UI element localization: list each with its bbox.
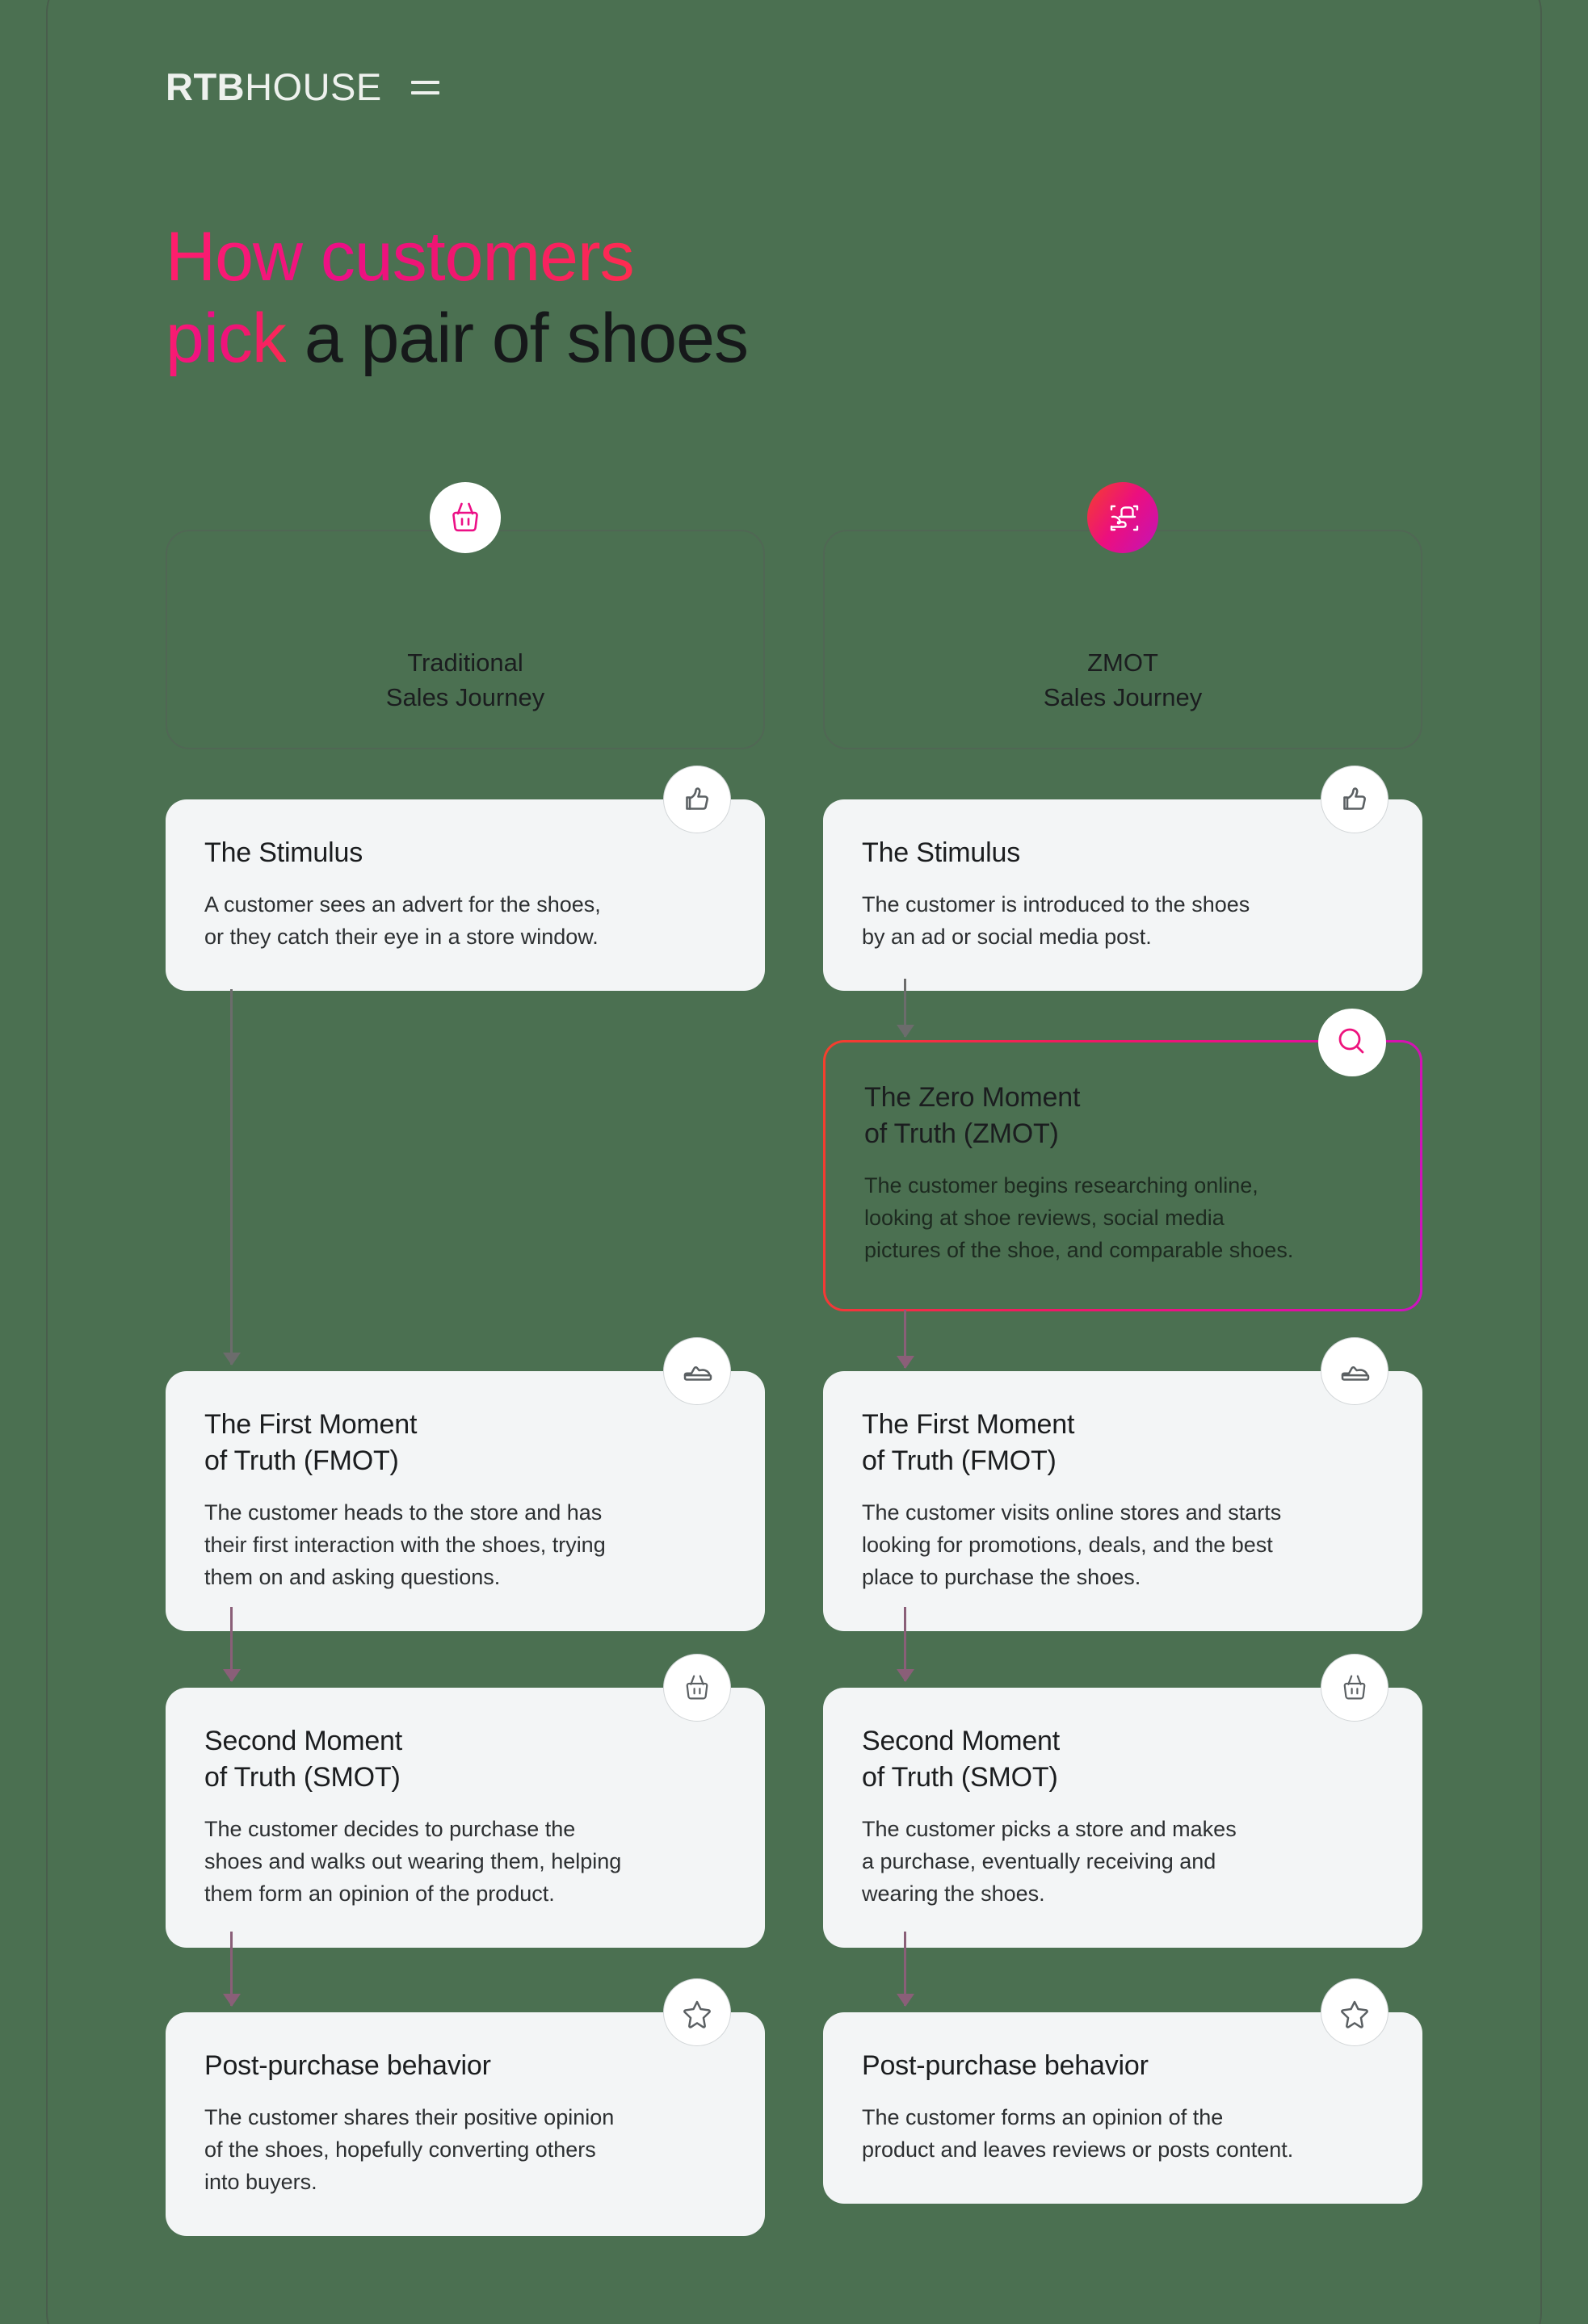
column-header-traditional: Traditional Sales Journey (166, 482, 765, 749)
stage-title: The Stimulus (204, 837, 363, 868)
stage-body: The customer decides to purchase the sho… (204, 1817, 622, 1907)
column-label-traditional: Traditional Sales Journey (385, 648, 545, 711)
stage-card: Second Moment of Truth (SMOT) The custom… (166, 1654, 765, 1949)
stage-card: The Stimulus The customer is introduced … (823, 766, 1422, 992)
stage-card: Second Moment of Truth (SMOT) The custom… (823, 1654, 1422, 1949)
logo-wordmark: RTBHOUSE (166, 68, 382, 106)
title-line1: How customers (166, 218, 635, 296)
magnifier-icon (1318, 1009, 1386, 1076)
stage-body: A customer sees an advert for the shoes,… (204, 892, 601, 950)
star-icon (663, 1978, 731, 2046)
title-pick: pick (166, 300, 287, 378)
stage-body: The customer shares their positive opini… (204, 2105, 615, 2195)
brand-logo[interactable]: RTBHOUSE (166, 68, 439, 106)
stage-card: Post-purchase behavior The customer shar… (166, 1978, 765, 2237)
product-scan-icon (1087, 482, 1158, 553)
logo-house: HOUSE (245, 65, 382, 108)
title-line2-rest: a pair of shoes (285, 300, 749, 378)
shopping-basket-icon (1321, 1654, 1388, 1722)
connector-arrow (904, 1932, 906, 2006)
stage-card: The Stimulus A customer sees an advert f… (166, 766, 765, 992)
star-icon (1321, 1978, 1388, 2046)
sneaker-icon (663, 1337, 731, 1405)
column-header-zmot: ZMOT Sales Journey (823, 482, 1422, 749)
stage-body: The customer heads to the store and has … (204, 1500, 606, 1590)
connector-arrow (230, 989, 233, 1365)
infographic-page: RTBHOUSE How customers pick a pair of sh… (0, 0, 1588, 2324)
connector-arrow (230, 1932, 233, 2006)
stage-title: Post-purchase behavior (862, 2050, 1149, 2081)
sneaker-icon (1321, 1337, 1388, 1405)
stage-body: The customer forms an opinion of the pro… (862, 2105, 1294, 2162)
hamburger-bar (410, 81, 439, 84)
stage-body: The customer begins researching online, … (864, 1173, 1294, 1263)
logo-rtb: RTB (166, 65, 246, 108)
shopping-basket-icon (430, 482, 501, 553)
connector-arrow (904, 1310, 906, 1368)
connector-arrow (230, 1607, 233, 1681)
stage-body: The customer visits online stores and st… (862, 1500, 1282, 1590)
stage-card: The First Moment of Truth (FMOT) The cus… (166, 1337, 765, 1632)
hamburger-bar (410, 91, 439, 94)
connector-arrow (904, 1607, 906, 1681)
stage-card-highlighted: The Zero Moment of Truth (ZMOT) The cust… (823, 1009, 1422, 1311)
stage-title: Post-purchase behavior (204, 2050, 491, 2081)
hamburger-menu-icon[interactable] (410, 81, 439, 94)
stage-title: Second Moment of Truth (SMOT) (862, 1726, 1060, 1793)
column-label-zmot: ZMOT Sales Journey (1043, 648, 1203, 711)
stage-body: The customer picks a store and makes a p… (862, 1817, 1237, 1907)
stage-title: The First Moment of Truth (FMOT) (862, 1409, 1075, 1477)
stage-title: The Zero Moment of Truth (ZMOT) (864, 1082, 1081, 1150)
stage-card: The First Moment of Truth (FMOT) The cus… (823, 1337, 1422, 1632)
stage-title: The First Moment of Truth (FMOT) (204, 1409, 418, 1477)
stage-title: Second Moment of Truth (SMOT) (204, 1726, 402, 1793)
page-title: How customers pick a pair of shoes (166, 216, 749, 380)
connector-arrow (904, 979, 906, 1037)
thumbs-up-icon (663, 766, 731, 833)
stage-body: The customer is introduced to the shoes … (862, 892, 1250, 950)
stage-card: Post-purchase behavior The customer form… (823, 1978, 1422, 2204)
thumbs-up-icon (1321, 766, 1388, 833)
stage-title: The Stimulus (862, 837, 1021, 868)
shopping-basket-icon (663, 1654, 731, 1722)
